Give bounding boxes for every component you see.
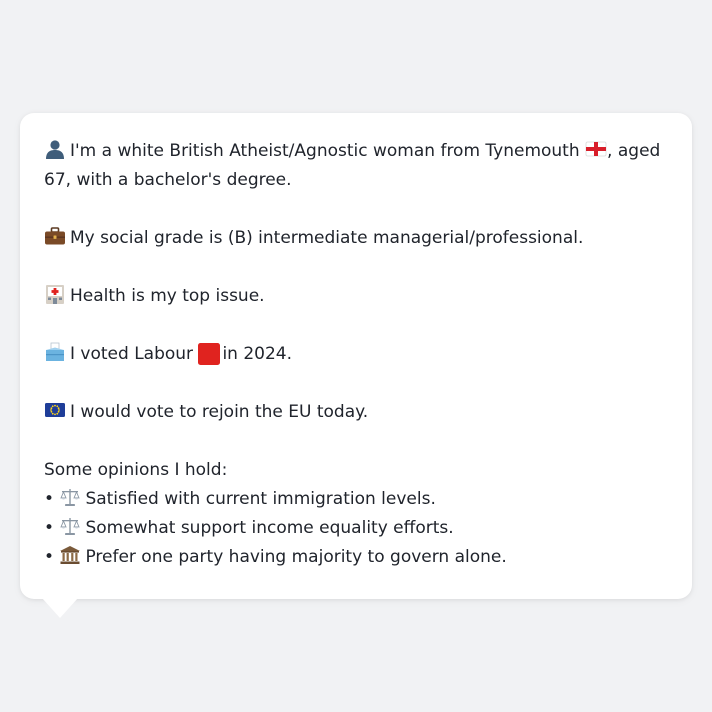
opinion-text: Somewhat support income equality efforts… bbox=[85, 518, 454, 538]
eu-text: I would vote to rejoin the EU today. bbox=[70, 402, 369, 422]
opinion-item: • Prefer one party having majority to go… bbox=[44, 543, 668, 572]
opinions-heading: Some opinions I hold: bbox=[44, 460, 228, 480]
opinion-item: • Satisfied with current immigration lev… bbox=[44, 485, 668, 514]
speech-bubble-tail bbox=[42, 598, 78, 618]
social-grade-line: My social grade is (B) intermediate mana… bbox=[44, 224, 668, 253]
bullet: • bbox=[44, 489, 55, 509]
intro-line: I'm a white British Atheist/Agnostic wom… bbox=[44, 137, 668, 195]
ballot-box-icon bbox=[44, 342, 66, 362]
briefcase-icon bbox=[44, 226, 66, 246]
persona-card: I'm a white British Atheist/Agnostic wom… bbox=[20, 113, 692, 599]
red-square-icon bbox=[198, 343, 221, 365]
balance-scale-icon bbox=[59, 487, 81, 507]
vote-text-a: I voted Labour bbox=[70, 344, 194, 364]
vote-2024-line: I voted Labour in 2024. bbox=[44, 340, 668, 369]
person-silhouette-icon bbox=[44, 139, 66, 159]
hospital-icon bbox=[44, 284, 66, 304]
intro-text-a: I'm a white British Atheist/Agnostic wom… bbox=[70, 141, 580, 161]
balance-scale-icon bbox=[59, 516, 81, 536]
top-issue-line: Health is my top issue. bbox=[44, 282, 668, 311]
top-issue-text: Health is my top issue. bbox=[70, 286, 265, 306]
opinion-item: • Somewhat support income equality effor… bbox=[44, 514, 668, 543]
opinion-text: Prefer one party having majority to gove… bbox=[85, 547, 507, 567]
england-flag-icon bbox=[585, 139, 607, 159]
bullet: • bbox=[44, 547, 55, 567]
classical-building-icon bbox=[59, 545, 81, 565]
vote-text-b: in 2024. bbox=[222, 344, 293, 364]
opinion-text: Satisfied with current immigration level… bbox=[85, 489, 436, 509]
bullet: • bbox=[44, 518, 55, 538]
eu-flag-icon bbox=[44, 400, 66, 420]
eu-line: I would vote to rejoin the EU today. bbox=[44, 398, 668, 427]
social-grade-text: My social grade is (B) intermediate mana… bbox=[70, 228, 584, 248]
